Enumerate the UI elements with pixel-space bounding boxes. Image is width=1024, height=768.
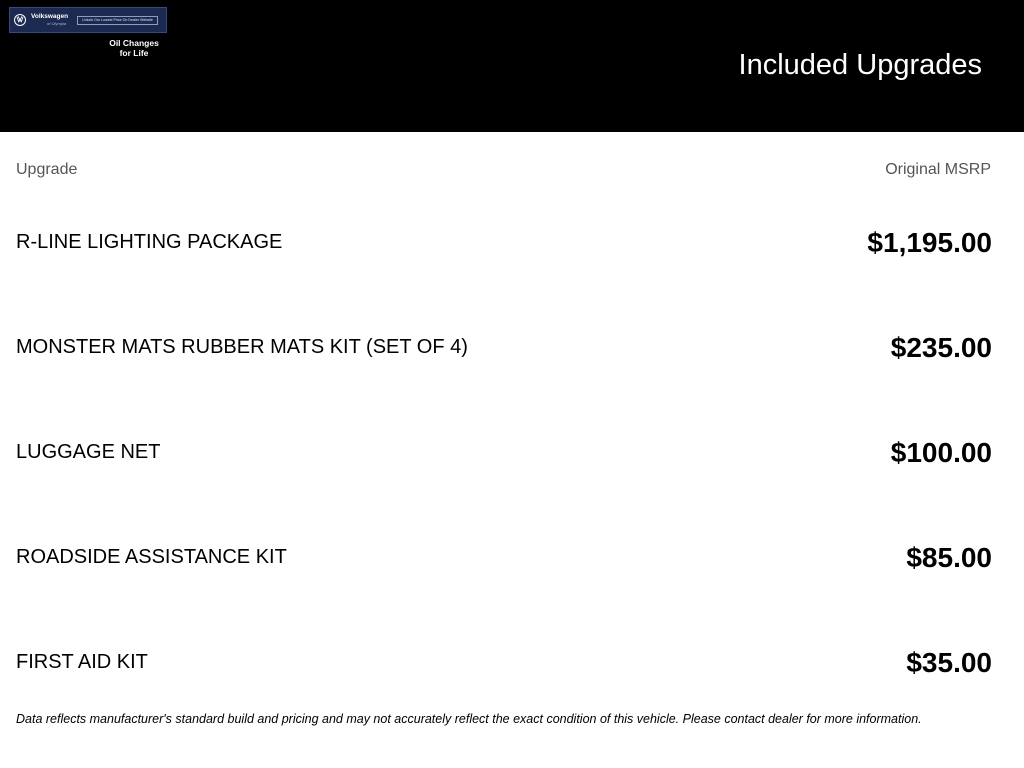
column-header-msrp: Original MSRP <box>885 161 991 178</box>
brand-block: Volkswagen of Olympia <box>31 14 68 26</box>
upgrade-name: R-LINE LIGHTING PACKAGE <box>16 231 283 253</box>
column-headers: Upgrade Original MSRP <box>16 161 991 179</box>
upgrade-name: MONSTER MATS RUBBER MATS KIT (SET OF 4) <box>16 336 468 358</box>
vw-logo-icon <box>14 14 26 26</box>
oil-changes-tagline: Oil Changes for Life <box>100 38 168 58</box>
upgrade-name: FIRST AID KIT <box>16 651 148 673</box>
upgrade-price: $35.00 <box>906 646 992 678</box>
upgrade-row: ROADSIDE ASSISTANCE KIT $85.00 <box>16 505 992 610</box>
tagline-line-1: Oil Changes <box>109 38 159 48</box>
brand-name: Volkswagen <box>31 13 69 21</box>
tagline-line-2: for Life <box>119 48 149 58</box>
upgrade-name: ROADSIDE ASSISTANCE KIT <box>16 546 287 568</box>
page-header: Volkswagen of Olympia Unlock Our Lowest … <box>0 0 1024 132</box>
column-header-upgrade: Upgrade <box>16 161 78 178</box>
upgrade-row: R-LINE LIGHTING PACKAGE $1,195.00 <box>16 190 992 295</box>
upgrade-price: $85.00 <box>906 541 992 573</box>
upgrade-price: $1,195.00 <box>867 226 992 258</box>
upgrade-row: MONSTER MATS RUBBER MATS KIT (SET OF 4) … <box>16 295 992 400</box>
banner-cta-button[interactable]: Unlock Our Lowest Price On Dealer Websit… <box>77 15 158 25</box>
upgrade-price: $235.00 <box>890 331 992 363</box>
disclaimer-text: Data reflects manufacturer's standard bu… <box>16 712 922 726</box>
upgrade-row: LUGGAGE NET $100.00 <box>16 400 992 505</box>
upgrade-name: LUGGAGE NET <box>16 441 161 463</box>
upgrades-list: R-LINE LIGHTING PACKAGE $1,195.00 MONSTE… <box>16 190 992 715</box>
upgrade-row: FIRST AID KIT $35.00 <box>16 610 992 715</box>
dealer-banner[interactable]: Volkswagen of Olympia Unlock Our Lowest … <box>9 7 167 33</box>
upgrade-price: $100.00 <box>890 436 992 468</box>
page-title: Included Upgrades <box>738 49 982 81</box>
brand-subtitle: of Olympia <box>47 20 67 26</box>
